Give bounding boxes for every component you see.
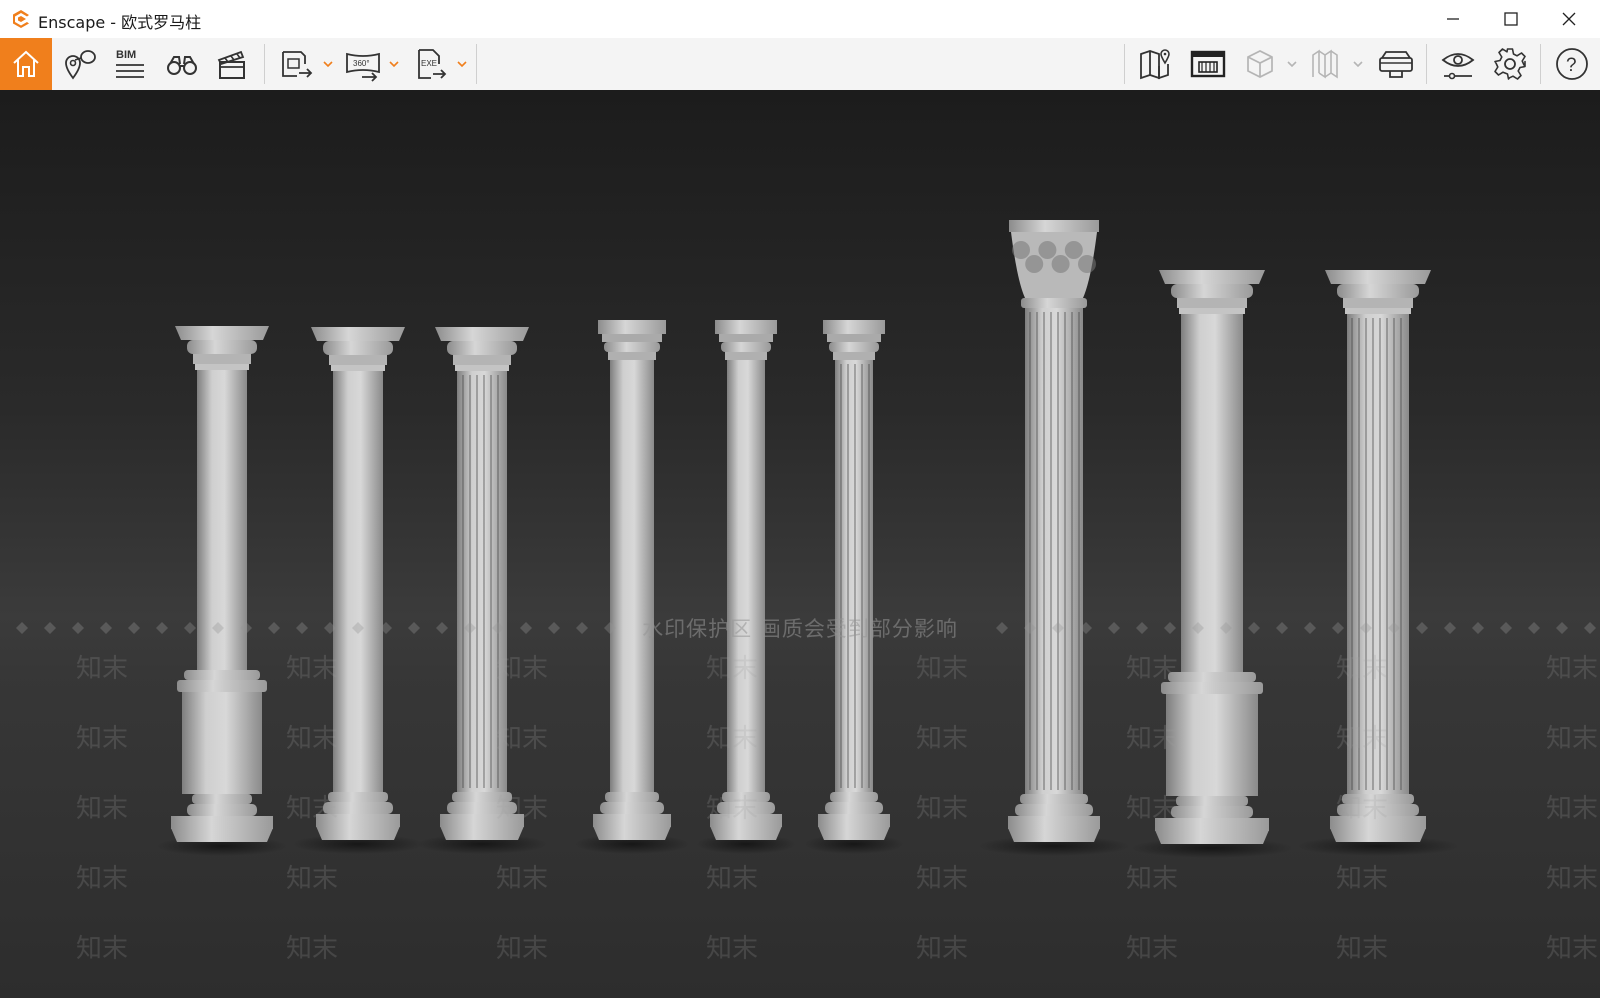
binoculars-icon (167, 56, 197, 75)
roman-column-4 (574, 320, 690, 854)
svg-text:EXE: EXE (421, 59, 437, 68)
panorama-360-icon: 360° (346, 52, 380, 82)
toolbar-separator (264, 44, 265, 84)
close-icon (1562, 12, 1576, 26)
video-editor-button[interactable] (208, 38, 256, 90)
svg-text:360°: 360° (353, 59, 370, 68)
orthographic-dropdown-chevron-down-icon[interactable] (1352, 58, 1364, 70)
roman-column-1 (157, 326, 287, 856)
column-scene (16, 220, 1596, 858)
svg-text:BIM: BIM (116, 49, 136, 61)
minimap-button[interactable] (1184, 38, 1232, 90)
watermark-text: 水印保护区 画质会受到部分影响 (642, 617, 958, 641)
toolbar-separator (1540, 44, 1541, 84)
section-view-button[interactable] (1240, 38, 1280, 90)
watermark-band: 水印保护区 画质会受到部分影响 (0, 617, 1600, 641)
roman-column-8 (1131, 270, 1293, 858)
map-button[interactable] (1132, 38, 1180, 90)
panorama-dropdown-chevron-down-icon[interactable] (388, 58, 400, 70)
roman-column-7 (978, 220, 1130, 856)
roman-column-9 (1297, 270, 1459, 856)
toolbar-separator (476, 44, 477, 84)
view-management-icon (65, 50, 96, 80)
orthographic-view-button[interactable] (1306, 38, 1346, 90)
vr-headset-icon (1379, 51, 1413, 78)
title-bar: Enscape - 欧式罗马柱 (0, 0, 1600, 38)
exe-dropdown-chevron-down-icon[interactable] (456, 58, 468, 70)
minimize-icon (1447, 18, 1459, 20)
view-management-button[interactable] (56, 38, 104, 90)
settings-button[interactable] (1486, 38, 1534, 90)
eye-settings-icon (1441, 53, 1475, 80)
roman-column-6 (804, 320, 904, 854)
roman-column-2 (293, 327, 423, 854)
main-toolbar: BIM 360° EXE ? (0, 38, 1600, 121)
bim-button[interactable]: BIM (106, 38, 154, 90)
maximize-icon (1504, 12, 1518, 26)
gear-icon (1494, 48, 1526, 80)
maximize-button[interactable] (1482, 0, 1540, 38)
help-button[interactable]: ? (1548, 38, 1596, 90)
visual-settings-button[interactable] (1434, 38, 1482, 90)
roman-columns-group (16, 220, 1596, 858)
exe-export-icon: EXE (418, 49, 447, 79)
render-viewport[interactable]: 水印保护区 画质会受到部分影响 知末 知末 知末 知末 知末 知末 知末 知末 知末 知末 知末 知末… (0, 90, 1600, 998)
panorama-export-button[interactable]: 360° (340, 38, 386, 90)
map-icon (1140, 49, 1170, 80)
clapperboard-icon (217, 50, 245, 79)
vr-headset-button[interactable] (1372, 38, 1420, 90)
minimize-button[interactable] (1424, 0, 1482, 38)
asset-library-button[interactable] (158, 38, 206, 90)
cube-icon (1247, 50, 1273, 78)
enscape-logo-icon (13, 10, 29, 28)
roman-column-3 (417, 327, 547, 854)
bim-icon: BIM (116, 49, 144, 78)
exe-export-button[interactable]: EXE (408, 38, 454, 90)
render-export-icon (282, 51, 313, 78)
home-button[interactable] (0, 38, 52, 90)
render-export-dropdown-chevron-down-icon[interactable] (322, 58, 334, 70)
home-icon (13, 50, 39, 77)
toolbar-separator (1426, 44, 1427, 84)
svg-text:?: ? (1566, 55, 1577, 76)
roman-column-5 (696, 320, 796, 854)
screenshot-export-button[interactable] (274, 38, 320, 90)
window-title: Enscape - 欧式罗马柱 (38, 13, 202, 32)
minimap-icon (1190, 50, 1226, 78)
orthographic-icon (1312, 49, 1338, 79)
toolbar-separator (1124, 44, 1125, 84)
help-icon: ? (1556, 48, 1588, 80)
close-button[interactable] (1540, 0, 1598, 38)
section-dropdown-chevron-down-icon[interactable] (1286, 58, 1298, 70)
